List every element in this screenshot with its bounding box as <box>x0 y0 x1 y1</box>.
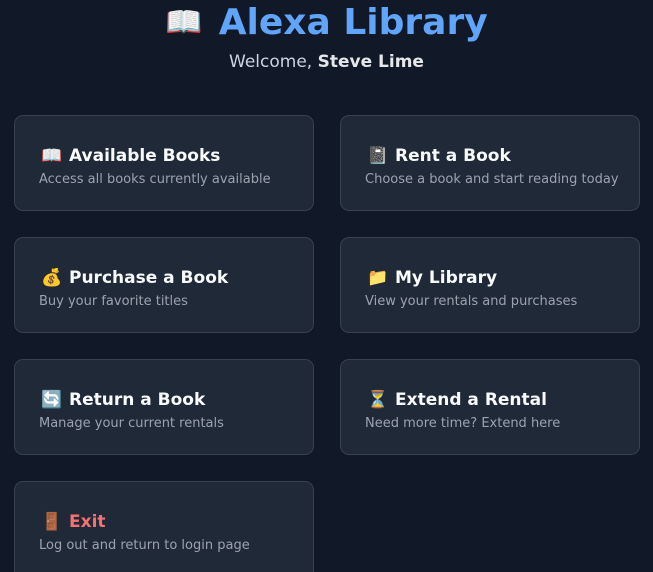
card-description: Manage your current rentals <box>39 416 224 431</box>
welcome-message: Welcome, Steve Lime <box>0 50 653 74</box>
title-row: 📖 Alexa Library <box>0 2 653 44</box>
purchase-book-card[interactable]: 💰 Purchase a Book Buy your favorite titl… <box>14 237 314 333</box>
card-label: My Library <box>395 268 498 288</box>
card-description: Log out and return to login page <box>39 538 250 553</box>
notebook-icon: 📓 <box>367 146 389 166</box>
card-title: ⏳ Extend a Rental <box>367 389 547 411</box>
card-title: 📓 Rent a Book <box>367 145 511 167</box>
card-description: Choose a book and start reading today <box>365 172 619 187</box>
card-description: Access all books currently available <box>39 172 271 187</box>
card-description: Need more time? Extend here <box>365 416 561 431</box>
rent-book-card[interactable]: 📓 Rent a Book Choose a book and start re… <box>340 115 640 211</box>
exit-card[interactable]: 🚪 Exit Log out and return to login page <box>14 481 314 572</box>
open-book-icon: 📖 <box>41 146 63 166</box>
my-library-card[interactable]: 📁 My Library View your rentals and purch… <box>340 237 640 333</box>
card-title: 📁 My Library <box>367 267 497 289</box>
hourglass-icon: ⏳ <box>367 390 389 410</box>
return-arrows-icon: 🔄 <box>41 390 63 410</box>
extend-rental-card[interactable]: ⏳ Extend a Rental Need more time? Extend… <box>340 359 640 455</box>
username: Steve Lime <box>317 52 424 72</box>
card-label: Extend a Rental <box>395 390 547 410</box>
card-label: Rent a Book <box>395 146 511 166</box>
page-title: Alexa Library <box>218 2 488 43</box>
card-description: View your rentals and purchases <box>365 294 578 309</box>
card-title: 📖 Available Books <box>41 145 220 167</box>
card-description: Buy your favorite titles <box>39 294 188 309</box>
available-books-card[interactable]: 📖 Available Books Access all books curre… <box>14 115 314 211</box>
card-title: 🚪 Exit <box>41 511 106 533</box>
open-book-icon: 📖 <box>165 5 203 40</box>
card-title: 🔄 Return a Book <box>41 389 205 411</box>
card-label: Available Books <box>69 146 221 166</box>
welcome-prefix: Welcome, <box>229 52 318 72</box>
card-label: Purchase a Book <box>69 268 229 288</box>
folder-icon: 📁 <box>367 268 389 288</box>
door-icon: 🚪 <box>41 512 63 532</box>
card-label: Exit <box>69 512 106 532</box>
return-book-card[interactable]: 🔄 Return a Book Manage your current rent… <box>14 359 314 455</box>
card-label: Return a Book <box>69 390 206 410</box>
money-bag-icon: 💰 <box>41 268 63 288</box>
card-title: 💰 Purchase a Book <box>41 267 228 289</box>
